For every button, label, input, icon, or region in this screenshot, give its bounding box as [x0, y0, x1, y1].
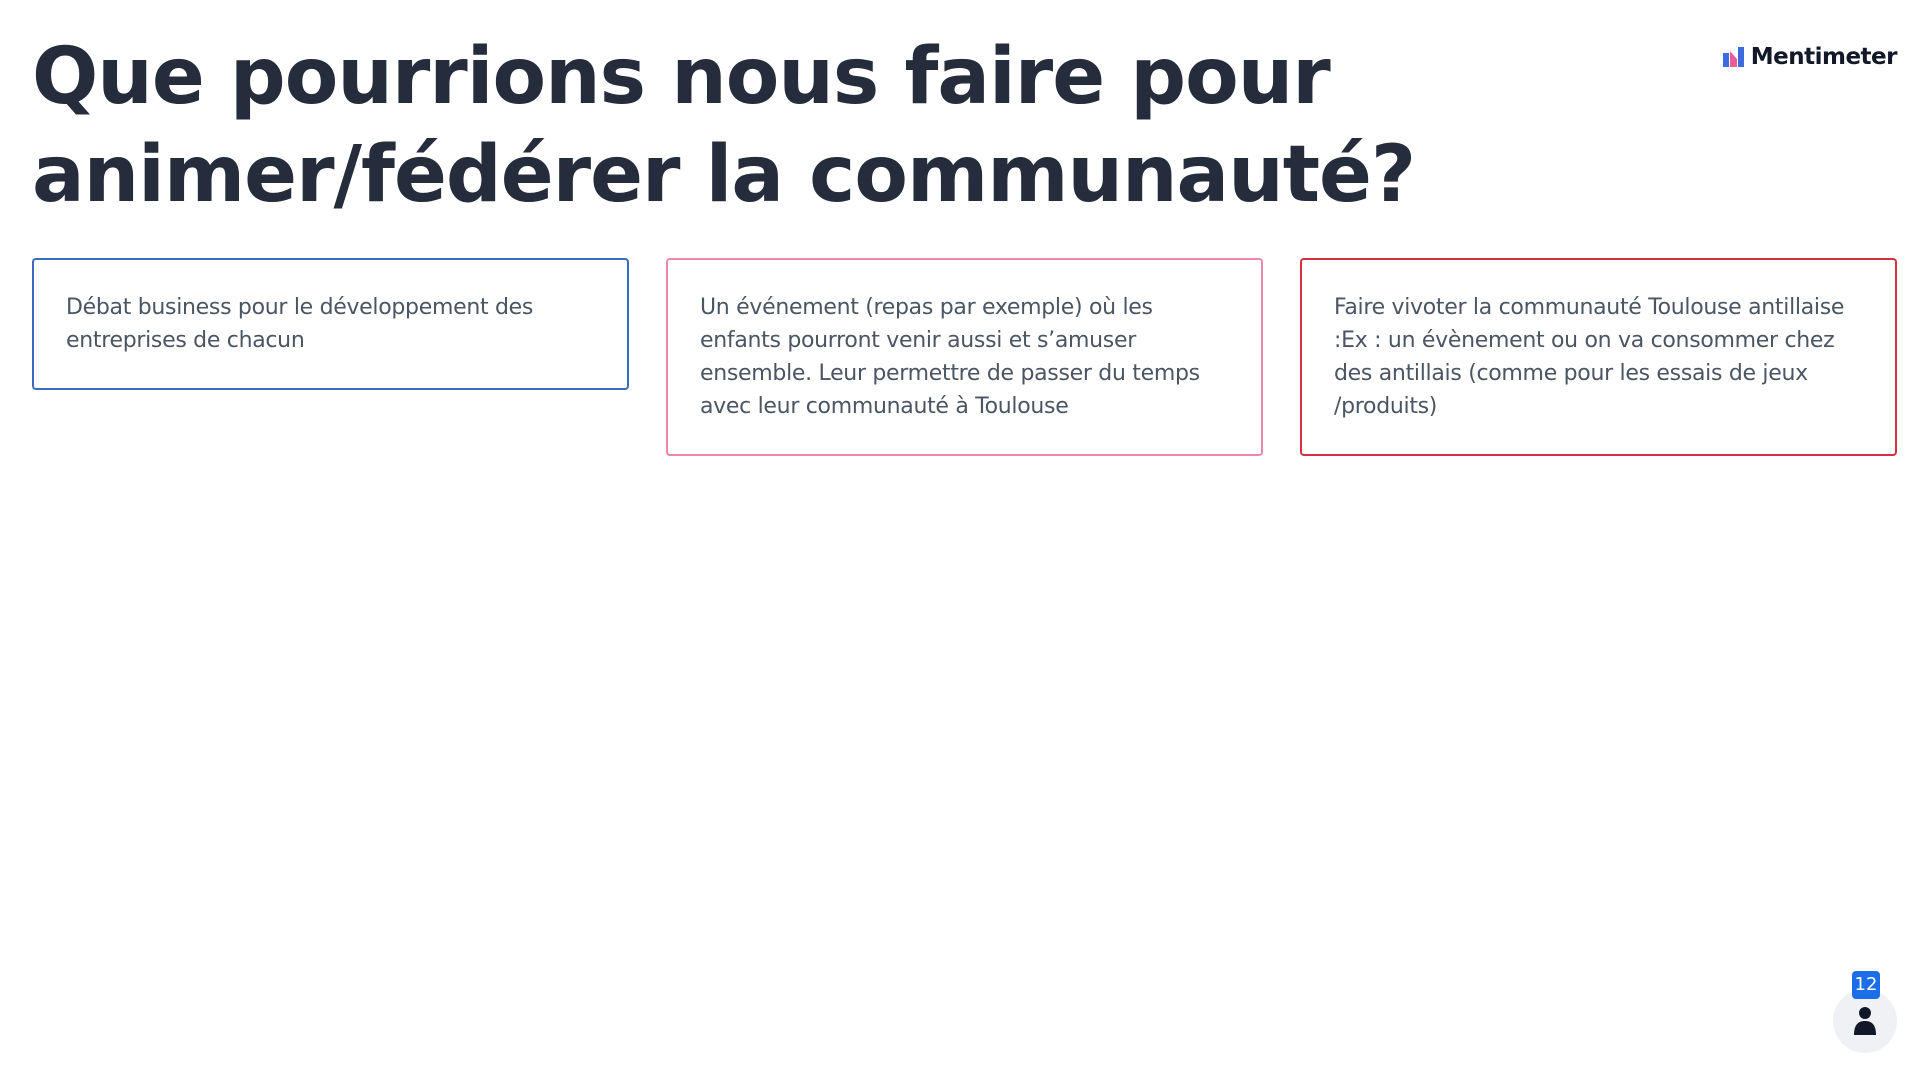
participant-count-badge: 12 — [1852, 971, 1880, 999]
response-text: Débat business pour le développement des… — [66, 295, 534, 353]
person-icon — [1854, 1007, 1876, 1035]
mentimeter-logo-icon — [1722, 47, 1744, 67]
slide-title: Que pourrions nous faire pour animer/féd… — [32, 32, 1416, 220]
brand-name: Mentimeter — [1750, 44, 1898, 70]
mentimeter-brand: Mentimeter — [1722, 44, 1898, 70]
response-card: Un événement (repas par exemple) où les … — [666, 258, 1263, 456]
response-card: Faire vivoter la communauté Toulouse ant… — [1300, 258, 1897, 456]
response-text: Faire vivoter la communauté Toulouse ant… — [1334, 295, 1845, 419]
response-card: Débat business pour le développement des… — [32, 258, 629, 390]
response-text: Un événement (repas par exemple) où les … — [700, 295, 1200, 419]
